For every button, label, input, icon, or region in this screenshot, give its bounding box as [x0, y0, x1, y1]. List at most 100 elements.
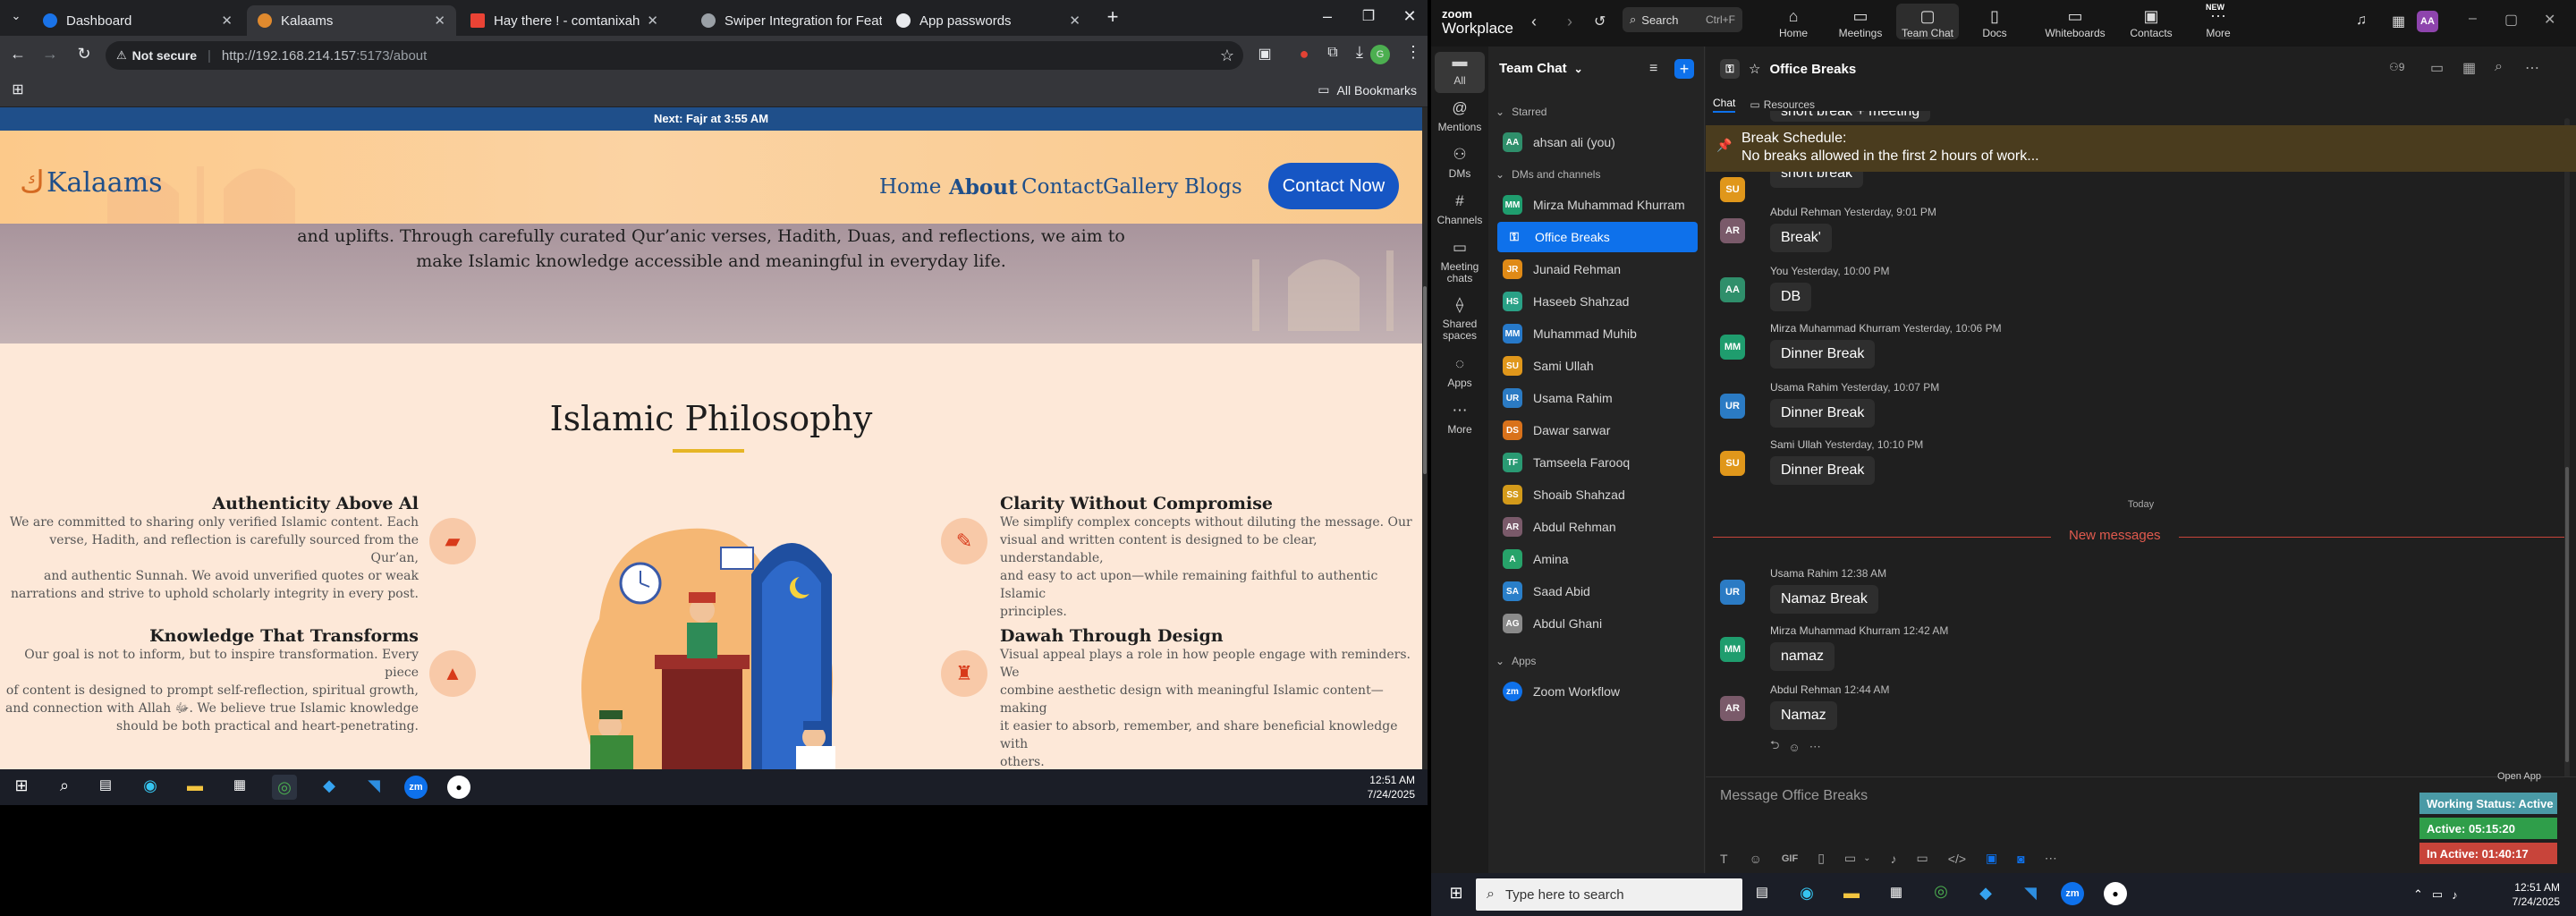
task-view-icon[interactable]: ▤: [93, 776, 118, 793]
open-app-label[interactable]: Open App: [2497, 771, 2541, 782]
tab-close-icon[interactable]: ✕: [221, 13, 233, 29]
members-button[interactable]: ⚇ 9: [2389, 61, 2404, 73]
close-window-icon[interactable]: ✕: [1397, 7, 1422, 26]
video-message-icon[interactable]: ▭: [1917, 851, 1928, 866]
search-icon[interactable]: ⌕: [2495, 59, 2503, 75]
dms-section[interactable]: ⌄ DMs and channels: [1496, 168, 1600, 181]
menu-icon[interactable]: ⋮: [1401, 43, 1426, 62]
tab-home[interactable]: ⌂ Home: [1762, 7, 1825, 39]
vscode-icon[interactable]: ◥: [2018, 884, 2043, 903]
windows-start-icon[interactable]: ⊞: [1444, 884, 1469, 903]
list-item[interactable]: UR Usama Rahim: [1496, 383, 1694, 413]
screenshot-icon[interactable]: ▭: [1844, 851, 1856, 866]
tab-dashboard[interactable]: Dashboard ✕: [32, 5, 243, 36]
clock[interactable]: 12:51 AM 7/24/2025: [1368, 773, 1415, 802]
not-secure-icon[interactable]: ⚠: [116, 48, 127, 63]
reply-icon[interactable]: ⮌: [1770, 737, 1779, 757]
task-view-icon[interactable]: ▤: [1750, 884, 1775, 900]
message-bubble[interactable]: Break': [1770, 224, 1832, 252]
app-extension2-icon[interactable]: ◙: [2017, 852, 2024, 866]
extensions-puzzle-icon[interactable]: ⧉: [1320, 45, 1345, 61]
extension-icon[interactable]: ▣: [1252, 45, 1277, 63]
rail-channels[interactable]: # Channels: [1431, 193, 1488, 226]
star-icon[interactable]: ☆: [1749, 61, 1760, 77]
message-bubble[interactable]: Dinner Break: [1770, 456, 1876, 485]
zoom-icon[interactable]: zm: [2061, 882, 2084, 905]
store-icon[interactable]: ▦: [227, 776, 252, 793]
store-icon[interactable]: ▦: [1884, 884, 1909, 900]
message-bubble[interactable]: Dinner Break: [1770, 399, 1876, 428]
maximize-icon[interactable]: ❐: [1356, 7, 1381, 25]
edge-icon[interactable]: ◉: [1794, 884, 1819, 903]
list-item[interactable]: AA ahsan ali (you): [1496, 127, 1694, 157]
new-tab-button[interactable]: +: [1100, 5, 1125, 29]
history-icon[interactable]: ↺: [1594, 13, 1606, 30]
app-icon[interactable]: ●: [2104, 882, 2127, 905]
nav-home[interactable]: Home: [879, 175, 941, 199]
more-options-icon[interactable]: ⋯: [2525, 59, 2539, 77]
pinned-message-banner[interactable]: 📌 Break Schedule: No breaks allowed in t…: [1706, 125, 2576, 172]
list-item[interactable]: MM Mirza Muhammad Khurram: [1496, 190, 1694, 220]
tab-app-passwords[interactable]: App passwords ✕: [886, 5, 1091, 36]
zoom-icon[interactable]: zm: [404, 776, 428, 799]
downloads-icon[interactable]: ⤓: [1347, 43, 1372, 62]
edge-icon[interactable]: ◉: [138, 776, 163, 795]
minimize-icon[interactable]: –: [1315, 7, 1340, 26]
tab-close-icon[interactable]: ✕: [647, 13, 658, 29]
list-item[interactable]: DS Dawar sarwar: [1496, 415, 1694, 445]
search-icon[interactable]: ⌕: [52, 776, 77, 795]
code-icon[interactable]: </>: [1948, 852, 1966, 866]
rail-dms[interactable]: ⚇ DMs: [1431, 147, 1488, 180]
site-logo[interactable]: ك Kalaams: [20, 165, 163, 200]
list-item[interactable]: zm Zoom Workflow: [1496, 676, 1694, 707]
list-item[interactable]: HS Haseeb Shahzad: [1496, 286, 1694, 317]
list-header[interactable]: Team Chat ⌄: [1499, 61, 1583, 76]
taskbar-search[interactable]: ⌕ Type here to search: [1476, 878, 1742, 911]
tab-contacts[interactable]: ▣ Contacts: [2120, 7, 2182, 39]
search-field[interactable]: ⌕ Search Ctrl+F: [1623, 7, 1742, 32]
tray-chevron-icon[interactable]: ⌃: [2413, 887, 2423, 902]
user-avatar[interactable]: AA: [2417, 11, 2438, 32]
all-bookmarks-button[interactable]: ▭ All Bookmarks: [1318, 82, 1417, 98]
file-explorer-icon[interactable]: ▬: [1839, 884, 1864, 903]
vscode-alt-icon[interactable]: ◆: [317, 776, 342, 795]
reload-icon[interactable]: ↻: [72, 45, 97, 64]
tab-resources[interactable]: Resources: [1764, 98, 1815, 111]
message-bubble[interactable]: Namaz: [1770, 701, 1837, 730]
back-icon[interactable]: ←: [5, 45, 30, 64]
tab-swiper[interactable]: Swiper Integration for Features: [691, 5, 893, 36]
list-item[interactable]: A Amina: [1496, 544, 1694, 574]
rail-all[interactable]: ▬ All: [1435, 52, 1485, 93]
audio-icon[interactable]: ♪: [1891, 852, 1897, 866]
filter-icon[interactable]: ≡: [1649, 61, 1657, 77]
maximize-icon[interactable]: ▢: [2504, 11, 2518, 29]
more-dots-icon[interactable]: ⋯: [2045, 851, 2057, 866]
vscode-alt-icon[interactable]: ◆: [1973, 884, 1998, 903]
tab-team-chat[interactable]: ▢ Team Chat: [1896, 4, 1959, 39]
tab-kalaams[interactable]: Kalaams ✕: [247, 5, 456, 36]
list-item[interactable]: AG Abdul Ghani: [1496, 608, 1694, 639]
message-bubble[interactable]: Dinner Break: [1770, 340, 1876, 369]
nav-about[interactable]: About: [949, 175, 1018, 199]
chrome-icon[interactable]: ◎: [272, 775, 297, 800]
minimize-icon[interactable]: –: [2469, 11, 2477, 27]
apps-section[interactable]: ⌄ Apps: [1496, 655, 1536, 667]
tab-close-icon[interactable]: ✕: [434, 13, 445, 29]
compose-input[interactable]: Message Office Breaks: [1720, 788, 1868, 804]
file-explorer-icon[interactable]: ▬: [182, 776, 208, 795]
message-bubble[interactable]: DB: [1770, 283, 1812, 311]
rail-apps[interactable]: ◌ Apps: [1431, 356, 1488, 389]
more-dots-icon[interactable]: ⋯: [1809, 740, 1821, 754]
network-icon[interactable]: ▭: [2432, 887, 2443, 902]
tab-chat[interactable]: Chat: [1713, 97, 1736, 113]
nav-forward-icon[interactable]: ›: [1567, 13, 1572, 31]
tab-docs[interactable]: ▯ Docs: [1963, 7, 2026, 39]
clock[interactable]: 12:51 AM 7/24/2025: [2512, 880, 2560, 909]
tab-meetings[interactable]: ▭ Meetings: [1829, 7, 1892, 39]
page-scrollbar-thumb[interactable]: [1423, 286, 1427, 474]
contact-now-button[interactable]: Contact Now: [1268, 163, 1399, 209]
tab-search-icon[interactable]: ⌄: [4, 9, 29, 23]
emoji-icon[interactable]: ☺: [1788, 741, 1800, 754]
list-item-selected[interactable]: ⚿ Office Breaks: [1497, 222, 1698, 252]
profile-avatar[interactable]: G: [1370, 45, 1390, 64]
